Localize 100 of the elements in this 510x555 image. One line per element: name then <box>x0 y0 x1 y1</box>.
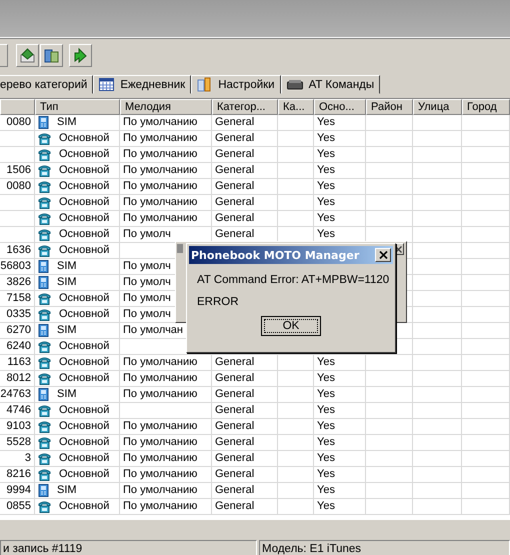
table-cell: Yes <box>314 131 366 147</box>
column-header[interactable]: Тип <box>35 99 120 115</box>
type-label: SIM <box>57 115 77 130</box>
table-cell: General <box>212 403 278 419</box>
type-label: Основной <box>59 131 110 146</box>
table-cell: 0855 <box>0 499 35 515</box>
type-label: SIM <box>57 259 77 274</box>
table-cell: General <box>212 467 278 483</box>
column-header[interactable]: Мелодия <box>120 99 212 115</box>
table-cell: Yes <box>314 355 366 371</box>
table-cell: 1636 <box>0 243 35 259</box>
table-cell: 1163 <box>0 355 35 371</box>
type-label: Основной <box>59 419 110 434</box>
table-cell: По умолчанию <box>120 355 212 371</box>
table-cell: General <box>212 499 278 515</box>
table-cell: General <box>212 483 278 499</box>
table-cell: По умолчанию <box>120 387 212 403</box>
type-label: Основной <box>59 243 110 258</box>
type-label: Основной <box>59 195 110 210</box>
type-label: Основной <box>59 307 110 322</box>
table-cell: 7158 <box>0 291 35 307</box>
type-label: Основной <box>59 339 110 354</box>
table-cell: 3 <box>0 451 35 467</box>
type-label: Основной <box>59 227 110 242</box>
table-cell: 8216 <box>0 467 35 483</box>
table-cell: General <box>212 419 278 435</box>
table-cell: По умолчанию <box>120 179 212 195</box>
table-cell: По умолчанию <box>120 131 212 147</box>
table-cell: 6240 <box>0 339 35 355</box>
table-cell: 0335 <box>0 307 35 323</box>
table-cell: По умолчанию <box>120 483 212 499</box>
table-cell: Yes <box>314 387 366 403</box>
type-label: Основной <box>59 435 110 450</box>
table-cell: 0080 <box>0 179 35 195</box>
dialog-title: Phonebook MOTO Manager <box>191 248 360 262</box>
table-cell: General <box>212 211 278 227</box>
type-label: Основной <box>59 499 110 514</box>
table-cell: 8012 <box>0 371 35 387</box>
column-header[interactable]: Город <box>462 99 510 115</box>
table-cell: General <box>212 451 278 467</box>
status-panel: Модель: E1 iTunes <box>259 540 510 555</box>
table-cell: По умолчанию <box>120 371 212 387</box>
type-label: Основной <box>59 179 110 194</box>
table-cell: По умолчанию <box>120 211 212 227</box>
column-header[interactable]: Ка... <box>278 99 314 115</box>
table-cell: Yes <box>314 115 366 131</box>
type-label: Основной <box>59 371 110 386</box>
status-panel: и запись #1119 <box>0 540 257 555</box>
table-cell: По умолчанию <box>120 451 212 467</box>
tab[interactable]: Настройки <box>191 75 281 94</box>
table-cell: 56803 <box>0 259 35 275</box>
type-label: SIM <box>57 483 77 498</box>
table-cell: Yes <box>314 435 366 451</box>
table-cell: Yes <box>314 419 366 435</box>
table-cell: Yes <box>314 499 366 515</box>
type-label: Основной <box>59 163 110 178</box>
tab[interactable]: ерево категорий <box>0 75 94 94</box>
table-cell: Yes <box>314 483 366 499</box>
table-cell: Yes <box>314 467 366 483</box>
table-cell: Yes <box>314 403 366 419</box>
table-cell: 24763 <box>0 387 35 403</box>
type-label: Основной <box>59 147 110 162</box>
table-cell: General <box>212 131 278 147</box>
table-cell: General <box>212 147 278 163</box>
table-cell: 9994 <box>0 483 35 499</box>
table-cell: 5528 <box>0 435 35 451</box>
table-cell: Yes <box>314 163 366 179</box>
ok-button[interactable]: OK <box>261 316 321 336</box>
table-cell: General <box>212 371 278 387</box>
table-cell: По умолчанию <box>120 499 212 515</box>
table-cell: Yes <box>314 195 366 211</box>
column-header[interactable]: Район <box>366 99 413 115</box>
column-header[interactable]: Улица <box>413 99 462 115</box>
type-label: SIM <box>57 323 77 338</box>
table-cell: По умолчанию <box>120 435 212 451</box>
type-label: Основной <box>59 211 110 226</box>
type-label: Основной <box>59 355 110 370</box>
type-label: Основной <box>59 403 110 418</box>
table-cell: Yes <box>314 451 366 467</box>
type-label: Основной <box>59 451 110 466</box>
column-header[interactable]: Категор... <box>212 99 278 115</box>
table-cell: 9103 <box>0 419 35 435</box>
table-cell: General <box>212 195 278 211</box>
type-label: Основной <box>59 467 110 482</box>
table-cell: General <box>212 355 278 371</box>
table-cell: 0080 <box>0 115 35 131</box>
table-cell: General <box>212 435 278 451</box>
type-label: Основной <box>59 291 110 306</box>
table-cell: По умолчанию <box>120 467 212 483</box>
tab[interactable]: AT Команды <box>280 75 380 94</box>
column-header[interactable]: Осно... <box>314 99 366 115</box>
table-cell: По умолчанию <box>120 147 212 163</box>
tab[interactable]: Ежедневник <box>93 75 192 94</box>
table-cell: Yes <box>314 211 366 227</box>
table-cell: General <box>212 179 278 195</box>
table-cell: General <box>212 115 278 131</box>
table-cell: По умолчанию <box>120 195 212 211</box>
table-cell: По умолчанию <box>120 419 212 435</box>
table-cell: 6270 <box>0 323 35 339</box>
table-cell: General <box>212 387 278 403</box>
